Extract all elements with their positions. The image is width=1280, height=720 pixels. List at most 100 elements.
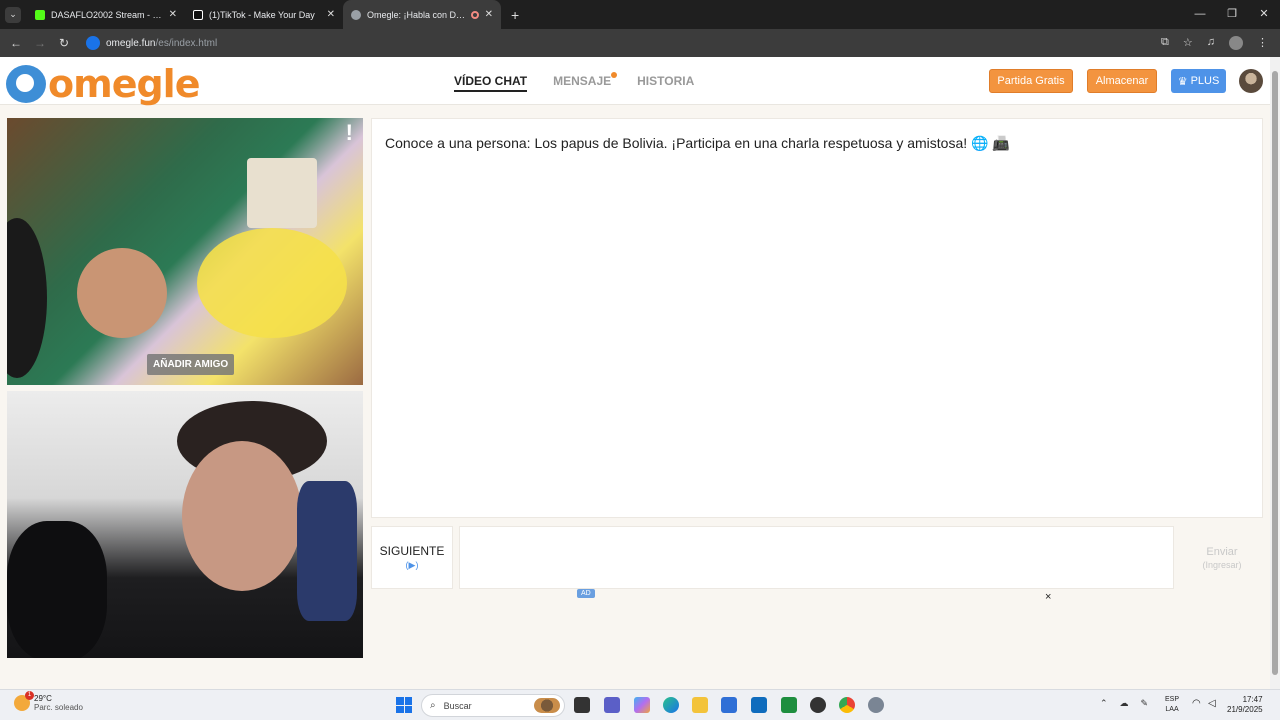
search-placeholder: Buscar <box>443 700 472 711</box>
url-field[interactable]: omegle.fun/es/index.html <box>82 32 1142 54</box>
back-icon[interactable]: ← <box>4 36 28 50</box>
tab-title: Omegle: ¡Habla con Descor <box>367 9 467 20</box>
minimize-icon[interactable]: — <box>1184 0 1216 29</box>
video-shape <box>7 521 107 658</box>
video-shape <box>197 228 347 338</box>
tray-chevron-icon[interactable]: ⌃ <box>1100 698 1108 709</box>
lang-bottom: LAA <box>1165 706 1179 713</box>
tab-search-icon[interactable]: ⌄ <box>5 6 21 23</box>
browser-tab-bar: ⌄ DASAFLO2002 Stream - Watch ✕ (1)TikTok… <box>0 0 1280 29</box>
site-info-icon[interactable] <box>86 36 100 50</box>
language-indicator[interactable]: ESP LAA <box>1165 695 1179 715</box>
close-tab-icon[interactable]: ✕ <box>327 9 335 20</box>
new-tab-button[interactable]: + <box>511 7 519 23</box>
user-avatar[interactable] <box>1239 69 1263 93</box>
wifi-icon[interactable]: ◠ <box>1192 698 1201 709</box>
video-shape <box>77 248 167 338</box>
weather-sun-icon: 1 <box>14 691 34 711</box>
stranger-video: ! AÑADIR AMIGO <box>7 118 363 385</box>
close-tab-icon[interactable]: ✕ <box>169 9 177 20</box>
plus-button[interactable]: ♛ PLUS <box>1171 69 1226 93</box>
video-shape <box>182 441 302 591</box>
system-tray: ⌃ ☁ ✎ <box>1100 698 1148 709</box>
forward-icon[interactable]: → <box>28 36 52 50</box>
bookmark-star-icon[interactable]: ☆ <box>1183 36 1193 50</box>
profile-icon[interactable] <box>1229 36 1243 50</box>
next-label: SIGUIENTE <box>379 544 445 558</box>
clock[interactable]: 17:47 21/9/2025 <box>1227 695 1263 715</box>
toolbar-icons: ⧉ ☆ ♫ ⋮ <box>1161 36 1268 50</box>
tab-omegle[interactable]: Omegle: ¡Habla con Descor ✕ <box>343 0 501 29</box>
report-icon[interactable]: ! <box>346 120 353 146</box>
menu-dots-icon[interactable]: ⋮ <box>1257 36 1268 50</box>
outlook-icon[interactable] <box>751 697 767 713</box>
obs-icon[interactable] <box>810 697 826 713</box>
windows-start-icon[interactable] <box>396 697 412 713</box>
logo-bubble-icon <box>6 65 46 103</box>
logo-text: omegle <box>48 62 200 106</box>
close-tab-icon[interactable]: ✕ <box>485 9 493 20</box>
next-button[interactable]: SIGUIENTE (▶) <box>371 526 453 589</box>
copilot-icon[interactable] <box>634 697 650 713</box>
recording-icon <box>470 10 479 19</box>
search-icon: ⌕ <box>430 700 436 711</box>
pen-icon[interactable]: ✎ <box>1141 698 1149 709</box>
tab-dasaflo[interactable]: DASAFLO2002 Stream - Watch ✕ <box>27 0 185 29</box>
store-button[interactable]: Almacenar <box>1087 69 1157 93</box>
chrome-icon[interactable] <box>839 697 855 713</box>
omegle-logo[interactable]: omegle <box>6 62 200 106</box>
notification-dot <box>611 72 618 78</box>
nav-historia[interactable]: HISTORIA <box>637 74 694 92</box>
tiktok-favicon-icon <box>193 9 203 20</box>
add-friend-button[interactable]: AÑADIR AMIGO <box>147 354 235 375</box>
window-controls: — ❐ ✕ <box>1184 0 1280 29</box>
task-view-icon[interactable] <box>574 697 590 713</box>
onedrive-icon[interactable]: ☁ <box>1120 698 1129 709</box>
self-video <box>7 391 363 658</box>
nav-mensaje[interactable]: MENSAJE <box>553 72 618 92</box>
clock-time: 17:47 <box>1242 695 1263 704</box>
send-button[interactable]: Enviar (Ingresar) <box>1181 526 1263 589</box>
volume-icon[interactable]: ◁ <box>1208 698 1216 709</box>
restore-icon[interactable]: ❐ <box>1216 0 1248 29</box>
scrollbar-thumb[interactable] <box>1272 71 1278 675</box>
reload-icon[interactable]: ↻ <box>52 36 76 50</box>
address-bar-row: ← → ↻ omegle.fun/es/index.html ⧉ ☆ ♫ ⋮ <box>0 29 1280 57</box>
weather-badge: 1 <box>25 691 34 700</box>
chat-log: Conoce a una persona: Los papus de Boliv… <box>371 118 1263 518</box>
ad-close-icon[interactable]: × <box>1045 591 1051 603</box>
media-control-icon[interactable]: ♫ <box>1207 36 1215 50</box>
system-message: Conoce a una persona: Los papus de Boliv… <box>385 135 1010 151</box>
page-scrollbar[interactable] <box>1270 57 1280 689</box>
xbox-icon[interactable] <box>781 697 797 713</box>
plus-label: PLUS <box>1190 75 1220 87</box>
lang-top: ESP <box>1165 696 1180 703</box>
video-shape <box>7 218 47 378</box>
omegle-favicon-icon <box>351 9 361 20</box>
send-label: Enviar <box>1206 545 1238 558</box>
weather-text: 29°C Parc. soleado <box>34 694 83 712</box>
nav-video-chat[interactable]: VÍDEO CHAT <box>454 74 528 92</box>
close-window-icon[interactable]: ✕ <box>1248 0 1280 29</box>
video-shape <box>247 158 317 228</box>
edge-icon[interactable] <box>663 697 679 713</box>
store-icon[interactable] <box>721 697 737 713</box>
weather-temp: 29°C <box>34 694 52 703</box>
tab-title: DASAFLO2002 Stream - Watch <box>51 9 163 20</box>
video-shape <box>297 481 357 621</box>
message-input[interactable] <box>459 526 1174 589</box>
teams-icon[interactable] <box>604 697 620 713</box>
clock-date: 21/9/2025 <box>1227 705 1263 714</box>
next-hint: (▶) <box>405 560 419 570</box>
install-app-icon[interactable]: ⧉ <box>1161 36 1169 50</box>
nav-mensaje-label: MENSAJE <box>553 74 612 88</box>
taskbar: 1 29°C Parc. soleado ⌕ Buscar ⌃ ☁ ✎ ESP … <box>0 689 1280 720</box>
kick-favicon-icon <box>35 9 45 20</box>
send-hint: (Ingresar) <box>1202 559 1242 570</box>
taskbar-search[interactable]: ⌕ Buscar <box>421 694 565 717</box>
free-match-button[interactable]: Partida Gratis <box>989 69 1073 93</box>
file-explorer-icon[interactable] <box>692 697 708 713</box>
weather-widget[interactable]: 1 29°C Parc. soleado <box>14 691 83 712</box>
tab-tiktok[interactable]: (1)TikTok - Make Your Day ✕ <box>185 0 343 29</box>
settings-gear-icon[interactable] <box>868 697 884 713</box>
